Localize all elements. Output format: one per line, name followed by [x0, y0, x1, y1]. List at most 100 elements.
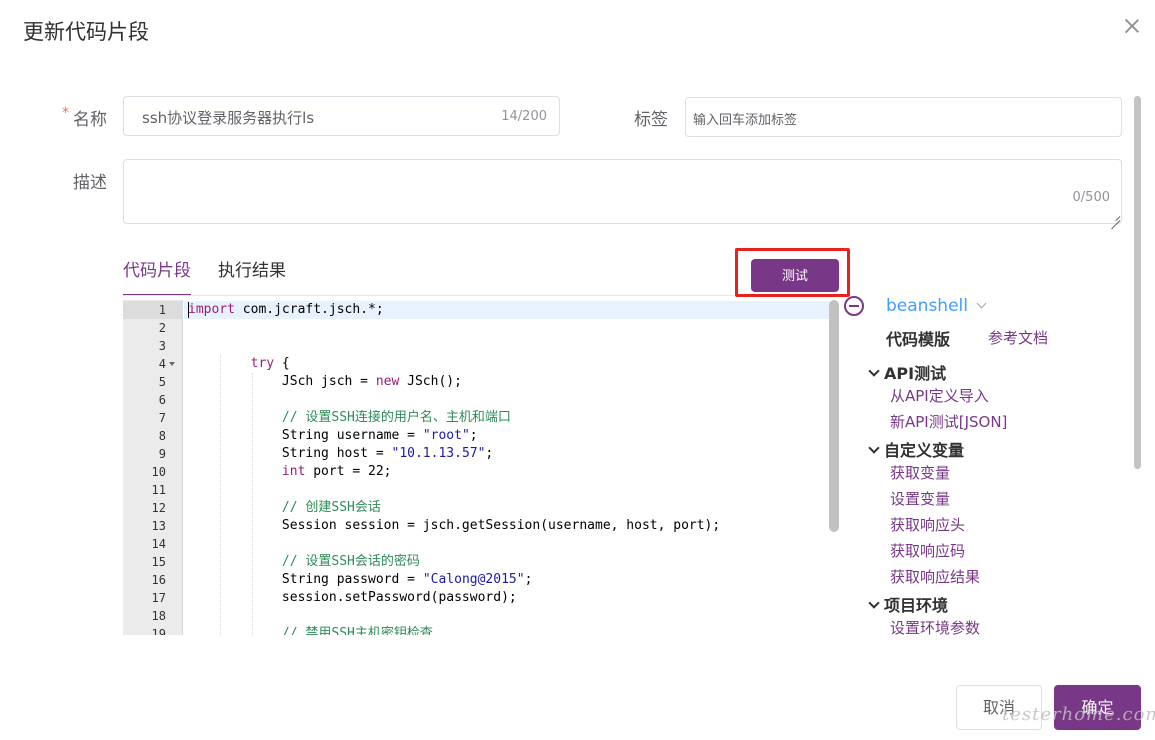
template-item[interactable]: 新API测试[JSON]	[890, 411, 1007, 432]
line-number: 15	[151, 555, 166, 569]
code-comment: // 设置SSH会话的密码	[188, 554, 420, 569]
line-number: 17	[151, 591, 166, 605]
code-editor[interactable]: 1 2 3 4 5 6 7 8 9 10 11 12 13 14 15 16 17 18 19 import com…	[123, 300, 840, 635]
line-number: 1	[158, 303, 166, 317]
chevron-down-icon	[868, 597, 880, 609]
line-number: 5	[158, 375, 166, 389]
chevron-down-icon	[976, 298, 987, 309]
code-text: com.jcraft.jsch.*;	[234, 302, 384, 317]
chevron-down-icon	[868, 442, 880, 454]
code-keyword: new	[375, 374, 400, 389]
template-item[interactable]: 获取响应结果	[890, 566, 980, 587]
code-text: String host =	[188, 446, 392, 461]
close-icon[interactable]	[1122, 16, 1142, 36]
code-line: String host = "10.1.13.57";	[188, 445, 493, 463]
code-keyword: try	[250, 356, 275, 371]
resize-grip-icon[interactable]	[1110, 212, 1120, 222]
code-comment: // 禁用SSH主机密钥检查	[188, 626, 433, 635]
editor-tabs: 代码片段 执行结果	[123, 258, 838, 296]
chevron-down-icon	[868, 365, 880, 377]
template-group-title: API测试	[884, 364, 947, 383]
template-item[interactable]: 设置变量	[890, 488, 950, 509]
code-line: // 设置SSH连接的用户名、主机和端口	[188, 409, 511, 427]
code-line: JSch jsch = new JSch();	[188, 373, 462, 391]
desc-textarea[interactable]: 0/500	[123, 159, 1122, 224]
line-number: 14	[151, 537, 166, 551]
language-select[interactable]: beanshell	[886, 296, 987, 316]
template-item[interactable]: 设置环境参数	[890, 617, 980, 638]
line-number: 4	[158, 357, 166, 371]
code-line: // 设置SSH会话的密码	[188, 553, 420, 571]
code-text: session.setPassword(password);	[188, 590, 517, 605]
code-line: Session session = jsch.getSession(userna…	[188, 517, 720, 535]
template-group-title: 自定义变量	[884, 441, 965, 460]
tabs-divider	[123, 295, 838, 296]
code-text: ;	[485, 446, 494, 461]
line-number: 2	[158, 321, 166, 335]
code-text: Session session = jsch.getSession(userna…	[188, 518, 721, 533]
name-label-text: 名称	[73, 110, 107, 130]
line-number: 12	[151, 501, 166, 515]
code-line: session.setPassword(password);	[188, 589, 517, 607]
line-number: 9	[158, 447, 166, 461]
editor-scrollbar[interactable]	[829, 300, 839, 532]
template-group[interactable]: 自定义变量	[868, 437, 965, 461]
template-item[interactable]: 获取变量	[890, 462, 950, 483]
code-comment: // 创建SSH会话	[188, 500, 381, 515]
editor-gutter: 1 2 3 4 5 6 7 8 9 10 11 12 13 14 15 16 17 18 19	[123, 300, 183, 635]
code-line: String password = "Calong@2015";	[188, 571, 532, 589]
code-line: try {	[188, 355, 290, 373]
template-group[interactable]: API测试	[868, 360, 947, 384]
required-mark: *	[62, 105, 69, 121]
line-number: 13	[151, 519, 166, 533]
dialog-scrollbar[interactable]	[1134, 96, 1141, 469]
line-number: 16	[151, 573, 166, 587]
template-item[interactable]: 获取响应头	[890, 514, 965, 535]
tab-code-template[interactable]: 代码模版	[886, 326, 950, 350]
name-input[interactable]: ssh协议登录服务器执行ls 14/200	[123, 96, 560, 136]
code-text: ;	[469, 428, 478, 443]
name-char-count: 14/200	[501, 109, 547, 124]
code-text: {	[274, 356, 290, 371]
fold-arrow-icon[interactable]	[169, 362, 175, 366]
tab-exec-result[interactable]: 执行结果	[218, 258, 286, 296]
test-button[interactable]: 测试	[751, 259, 839, 292]
tag-input[interactable]: 输入回车添加标签	[685, 97, 1122, 137]
code-keyword: import	[188, 302, 235, 317]
update-snippet-dialog: 更新代码片段 * 名称 ssh协议登录服务器执行ls 14/200 标签 输入回车…	[0, 0, 1155, 740]
tab-reference-docs[interactable]: 参考文档	[988, 327, 1048, 348]
line-number: 8	[158, 429, 166, 443]
tab-code-snippet[interactable]: 代码片段	[123, 258, 191, 296]
desc-label: 描述	[73, 173, 107, 193]
code-area[interactable]: import com.jcraft.jsch.*; try { JSch jsc…	[184, 300, 830, 635]
code-line: import com.jcraft.jsch.*;	[188, 301, 384, 319]
template-item[interactable]: 获取响应码	[890, 540, 965, 561]
name-input-value: ssh协议登录服务器执行ls	[142, 109, 315, 127]
template-item[interactable]: 从API定义导入	[890, 385, 989, 406]
name-label: * 名称	[62, 105, 107, 130]
collapse-panel-icon[interactable]	[844, 296, 864, 316]
line-number: 18	[151, 609, 166, 623]
code-text: JSch jsch =	[188, 374, 376, 389]
text-cursor	[188, 302, 189, 318]
desc-char-count: 0/500	[1072, 190, 1110, 205]
code-string: "Calong@2015"	[422, 572, 525, 587]
code-line: // 禁用SSH主机密钥检查	[188, 625, 433, 635]
line-number: 11	[151, 483, 166, 497]
template-group[interactable]: 项目环境	[868, 592, 949, 616]
line-number: 10	[151, 465, 166, 479]
template-group-title: 项目环境	[884, 596, 949, 615]
code-line: String username = "root";	[188, 427, 478, 445]
code-text: ;	[524, 572, 533, 587]
code-keyword: int	[281, 464, 306, 479]
line-number: 6	[158, 393, 166, 407]
code-text: JSch();	[399, 374, 462, 389]
code-line: int port = 22;	[188, 463, 392, 481]
watermark: testerhome.com	[1002, 704, 1155, 725]
code-text: String password =	[188, 572, 423, 587]
tag-label: 标签	[634, 110, 668, 130]
line-number: 3	[158, 339, 166, 353]
code-line: // 创建SSH会话	[188, 499, 381, 517]
